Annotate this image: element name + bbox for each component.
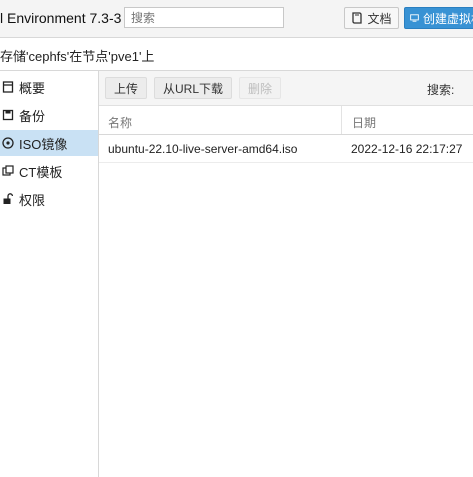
docs-label: 文档 xyxy=(367,11,392,26)
column-divider xyxy=(341,106,342,134)
book-icon xyxy=(352,12,363,24)
toolbar: 上传 从URL下载 删除 搜索: xyxy=(99,71,473,106)
row-name-cell: ubuntu-22.10-live-server-amd64.iso xyxy=(108,142,298,156)
iso-disc-icon xyxy=(2,137,14,149)
docs-button[interactable]: 文档 xyxy=(344,7,399,29)
monitor-icon xyxy=(410,14,419,22)
top-bar: l Environment 7.3-3 文档 创建虚拟机 xyxy=(0,0,473,38)
sidebar-item-permissions[interactable]: 权限 xyxy=(0,186,98,212)
download-from-url-button[interactable]: 从URL下载 xyxy=(154,77,233,99)
sidebar-item-label: CT模板 xyxy=(19,164,63,180)
row-date-cell: 2022-12-16 22:17:27 xyxy=(351,142,463,156)
sidebar-item-backup[interactable]: 备份 xyxy=(0,102,98,128)
page-title: 存储'cephfs'在节点'pve1'上 xyxy=(0,49,155,64)
table-header: 名称 日期 xyxy=(99,106,473,135)
search-label: 搜索: xyxy=(427,83,455,97)
column-header-date[interactable]: 日期 xyxy=(352,114,376,131)
sidebar: 概要 备份 ISO镜像 CT模板 权限 xyxy=(0,71,99,477)
unlock-icon xyxy=(3,193,14,204)
delete-button[interactable]: 删除 xyxy=(239,77,282,99)
sidebar-item-label: ISO镜像 xyxy=(19,136,68,152)
sidebar-item-ct-template[interactable]: CT模板 xyxy=(0,158,98,184)
search-input[interactable] xyxy=(124,7,284,28)
content-header: 存储'cephfs'在节点'pve1'上 xyxy=(0,38,473,71)
backup-icon xyxy=(2,109,14,121)
create-vm-label: 创建虚拟机 xyxy=(422,11,473,26)
column-header-name[interactable]: 名称 xyxy=(108,114,132,131)
create-vm-button[interactable]: 创建虚拟机 xyxy=(404,7,473,29)
sidebar-item-iso[interactable]: ISO镜像 xyxy=(0,130,98,156)
sidebar-item-label: 权限 xyxy=(19,192,46,208)
sidebar-item-label: 备份 xyxy=(19,108,46,124)
app-title: l Environment 7.3-3 xyxy=(0,10,122,26)
sidebar-item-label: 概要 xyxy=(19,80,46,96)
summary-icon xyxy=(2,81,14,93)
upload-button[interactable]: 上传 xyxy=(105,77,148,99)
sidebar-item-summary[interactable]: 概要 xyxy=(0,74,98,100)
table-row[interactable]: ubuntu-22.10-live-server-amd64.iso 2022-… xyxy=(99,135,473,163)
template-icon xyxy=(2,165,14,176)
